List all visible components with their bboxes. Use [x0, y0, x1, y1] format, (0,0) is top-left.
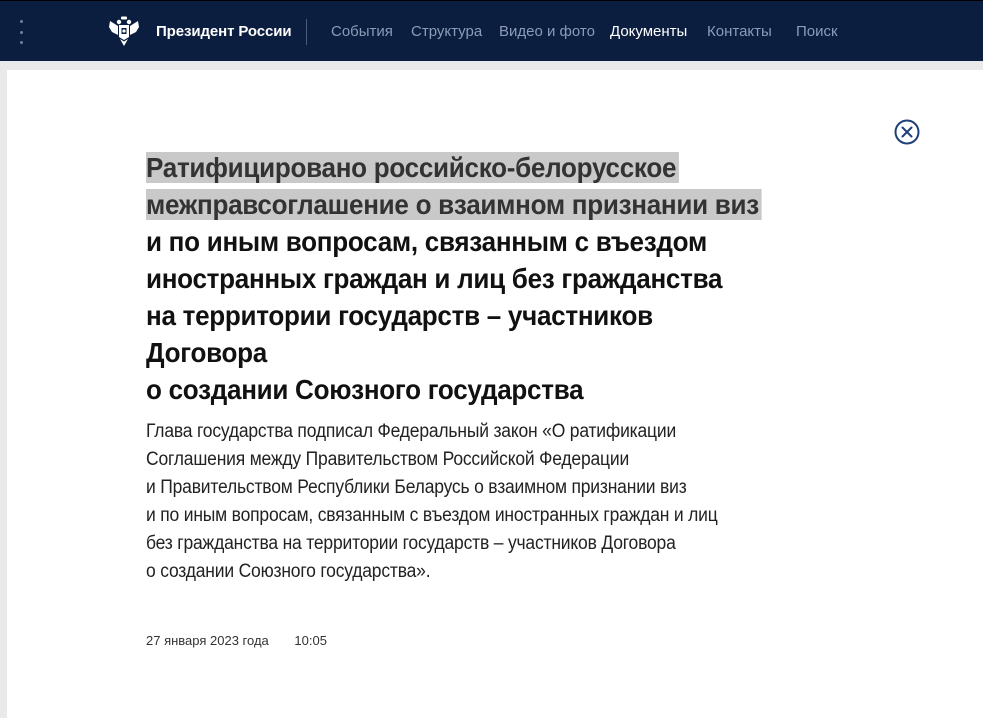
- nav-divider: [306, 19, 307, 45]
- menu-dots-icon[interactable]: [17, 20, 25, 44]
- article-card: Ратифицировано российско-белорусское меж…: [7, 70, 983, 718]
- lead-line: без гражданства на территории государств…: [146, 533, 676, 554]
- article-meta: 27 января 2023 года 10:05: [146, 633, 327, 648]
- nav-item-structure[interactable]: Структура: [411, 23, 482, 40]
- lead-line: о создании Союзного государства».: [146, 561, 431, 582]
- headline-line: иностранных граждан и лиц без гражданств…: [146, 263, 723, 294]
- article-headline: Ратифицировано российско-белорусское меж…: [146, 149, 778, 408]
- headline-highlighted-line: Ратифицировано российско-белорусское: [146, 152, 679, 183]
- headline-line: и по иным вопросам, связанным с въездом: [146, 226, 707, 257]
- nav-item-search[interactable]: Поиск: [796, 23, 838, 40]
- nav-item-video-photo[interactable]: Видео и фото: [499, 23, 595, 40]
- publish-date: 27 января 2023 года: [146, 633, 269, 648]
- eagle-emblem-icon[interactable]: [108, 16, 140, 47]
- publish-time: 10:05: [294, 633, 327, 648]
- headline-line: о создании Союзного государства: [146, 374, 584, 405]
- nav-item-events[interactable]: События: [331, 23, 393, 40]
- headline-line: на территории государств – участников До…: [146, 300, 653, 368]
- nav-item-contacts[interactable]: Контакты: [707, 23, 772, 40]
- article-lead: Глава государства подписал Федеральный з…: [146, 418, 790, 586]
- lead-line: и по иным вопросам, связанным с въездом …: [146, 505, 718, 526]
- lead-line: Соглашения между Правительством Российск…: [146, 449, 630, 470]
- lead-line: и Правительством Республики Беларусь о в…: [146, 477, 687, 498]
- headline-highlighted-line: межправсоглашение о взаимном признании в…: [146, 189, 762, 220]
- close-icon[interactable]: [894, 119, 920, 145]
- lead-line: Глава государства подписал Федеральный з…: [146, 421, 677, 442]
- nav-item-documents[interactable]: Документы: [610, 23, 687, 40]
- site-title[interactable]: Президент России: [156, 23, 292, 40]
- top-navigation-bar: Президент России События Структура Видео…: [0, 0, 983, 61]
